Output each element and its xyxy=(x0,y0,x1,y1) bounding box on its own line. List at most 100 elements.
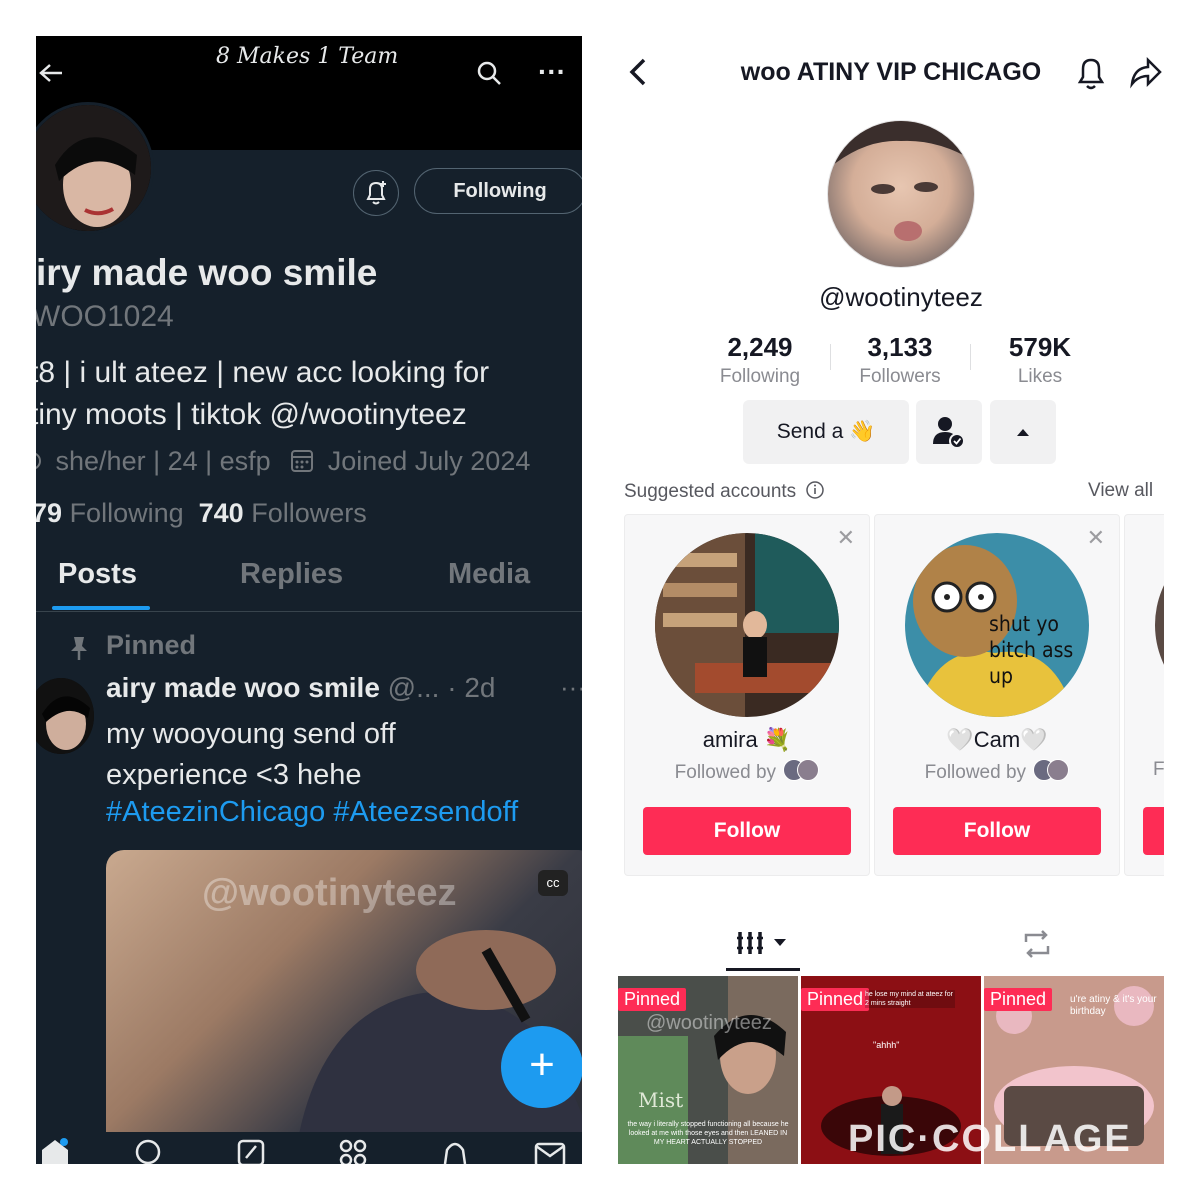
post-author[interactable]: airy made woo smile xyxy=(106,672,380,703)
stat-likes-value: 579K xyxy=(1008,332,1072,362)
bell-icon[interactable] xyxy=(1074,54,1108,92)
avatar-caption: shut yo bitch ass up xyxy=(989,612,1074,688)
communities-icon[interactable] xyxy=(336,1138,370,1164)
suggested-accounts-text: Suggested accounts xyxy=(624,481,797,502)
video-thumbnail[interactable]: Pinned @wootinyteez Mist the way i liter… xyxy=(618,976,798,1164)
notify-bell-button[interactable] xyxy=(353,170,399,216)
following-label[interactable]: Following xyxy=(70,498,184,528)
suggestions-toggle-button[interactable] xyxy=(990,400,1056,464)
media-watermark: @wootinyteez xyxy=(202,872,457,914)
followed-by: Followed by xyxy=(875,759,1119,784)
thumbnail-caption: u're atiny & it's your birthday xyxy=(1070,994,1157,1017)
thumbnail-sign: Mist xyxy=(638,1088,684,1112)
bio-line-1: t8 | i ult ateez | new acc looking for xyxy=(36,356,490,389)
mutual-avatar xyxy=(797,759,820,781)
info-icon[interactable] xyxy=(805,480,825,500)
bio-line-2: tiny moots | tiktok @/wootinyteez xyxy=(36,398,467,431)
suggested-avatar[interactable]: shut yo bitch ass up xyxy=(905,533,1089,717)
pinned-badge: Pinned xyxy=(801,988,870,1011)
caret-up-icon xyxy=(1017,429,1029,436)
back-arrow-icon[interactable] xyxy=(38,62,64,84)
followers-label[interactable]: Followers xyxy=(251,498,367,528)
follow-button[interactable]: Follow xyxy=(643,807,851,855)
calendar-icon xyxy=(291,450,314,472)
captions-badge[interactable]: cc xyxy=(538,870,568,896)
followed-by: F xyxy=(1153,759,1164,780)
stat-following-label[interactable]: Following xyxy=(690,366,830,388)
dismiss-icon[interactable]: ✕ xyxy=(1087,525,1105,551)
tab-media[interactable]: Media xyxy=(448,558,530,591)
more-icon[interactable]: ··· xyxy=(538,56,566,88)
pin-icon xyxy=(71,637,87,660)
friends-button[interactable] xyxy=(916,400,982,464)
follow-button[interactable]: Follow xyxy=(893,807,1101,855)
mutual-avatar xyxy=(1047,759,1070,781)
suggested-avatar[interactable] xyxy=(655,533,839,717)
suggested-account-card[interactable]: ✕ amira 💐 Followed by Follow xyxy=(624,514,870,876)
following-button[interactable]: Following xyxy=(414,168,582,214)
followers-count[interactable]: 740 xyxy=(199,498,244,528)
follow-counts[interactable]: 79 Following 740 Followers xyxy=(36,498,367,529)
suggested-avatar[interactable] xyxy=(1155,533,1164,717)
tab-posts[interactable]: Posts xyxy=(58,558,137,591)
thumbnail-subcaption: "ahhh" xyxy=(873,1040,900,1050)
post-text: my wooyoung send off experience <3 hehe xyxy=(106,714,396,796)
stat-following-value[interactable]: 2,249 xyxy=(690,332,830,363)
location-icon xyxy=(36,452,41,470)
pinned-badge: Pinned xyxy=(618,988,687,1011)
videos-grid-tab-icon[interactable] xyxy=(736,928,796,958)
bell-plus-icon xyxy=(366,181,386,205)
post-media-video[interactable]: @wootinyteez cc xyxy=(106,850,582,1150)
explore-icon[interactable] xyxy=(134,1138,164,1164)
dismiss-icon[interactable]: ✕ xyxy=(837,525,855,551)
post-header: airy made woo smile @... · 2d xyxy=(106,672,495,704)
suggested-name[interactable]: amira 💐 xyxy=(625,727,869,753)
thumbnail-caption: the way i literally stopped functioning … xyxy=(627,1121,789,1146)
post-more-icon[interactable]: ··· xyxy=(560,672,582,703)
suggested-account-card[interactable]: F xyxy=(1124,514,1164,876)
post-author-avatar[interactable] xyxy=(36,678,94,754)
tab-replies[interactable]: Replies xyxy=(240,558,343,591)
pronouns: she/her | 24 | esfp xyxy=(55,446,271,476)
suggested-account-card[interactable]: ✕ shut yo bitch ass up 🤍Cam🤍 Followed by… xyxy=(874,514,1120,876)
suggested-accounts-label: Suggested accounts xyxy=(624,480,825,503)
stat-followers-label[interactable]: Followers xyxy=(830,366,970,388)
home-icon[interactable] xyxy=(40,1138,70,1164)
bio: t8 | i ult ateez | new acc looking for t… xyxy=(36,352,489,436)
post-text-line-2: experience <3 hehe xyxy=(106,759,362,791)
compose-button[interactable]: + xyxy=(501,1026,582,1108)
collage-watermark: PIC·COLLAGE xyxy=(848,1118,1132,1160)
suggested-name[interactable]: 🤍Cam🤍 xyxy=(875,727,1119,753)
share-icon[interactable] xyxy=(1128,54,1162,92)
post-meta: @... · 2d xyxy=(387,672,496,703)
bottom-nav xyxy=(36,1132,582,1164)
grok-icon[interactable] xyxy=(236,1138,266,1164)
thumbnail-caption: he lose my mind at ateez for 2 mins stra… xyxy=(865,990,955,1008)
pinned-label: Pinned xyxy=(106,630,197,660)
repost-tab-icon[interactable] xyxy=(1020,928,1054,960)
tab-divider xyxy=(36,611,582,612)
twitter-profile-panel: 8 Makes 1 Team ··· Following iry made wo… xyxy=(36,36,582,1164)
messages-icon[interactable] xyxy=(534,1140,566,1164)
handle: WOO1024 xyxy=(36,300,174,333)
profile-avatar[interactable] xyxy=(827,120,975,268)
send-message-button[interactable]: Send a 👋 xyxy=(743,400,909,464)
thumbnail-watermark: @wootinyteez xyxy=(646,1012,772,1034)
pinned-badge: Pinned xyxy=(984,988,1053,1011)
following-count[interactable]: 79 xyxy=(36,498,62,528)
notifications-icon[interactable] xyxy=(440,1138,470,1164)
follow-button[interactable] xyxy=(1143,807,1164,855)
post-hashtags[interactable]: #AteezinChicago #Ateezsendoff xyxy=(106,796,518,829)
active-tab-indicator xyxy=(52,606,150,610)
followed-by-text: Followed by xyxy=(924,762,1027,783)
view-all-link[interactable]: View all xyxy=(1088,480,1153,502)
display-name: iry made woo smile xyxy=(36,252,378,293)
followed-by-text: Followed by xyxy=(674,762,777,783)
joined-date: Joined July 2024 xyxy=(327,446,531,476)
user-check-icon xyxy=(933,417,965,449)
active-tab-indicator xyxy=(726,968,800,971)
stat-likes-label: Likes xyxy=(1017,366,1063,387)
profile-meta: she/her | 24 | esfp Joined July 2024 xyxy=(36,446,530,477)
search-icon[interactable] xyxy=(476,60,502,86)
stat-followers-value[interactable]: 3,133 xyxy=(830,332,970,363)
